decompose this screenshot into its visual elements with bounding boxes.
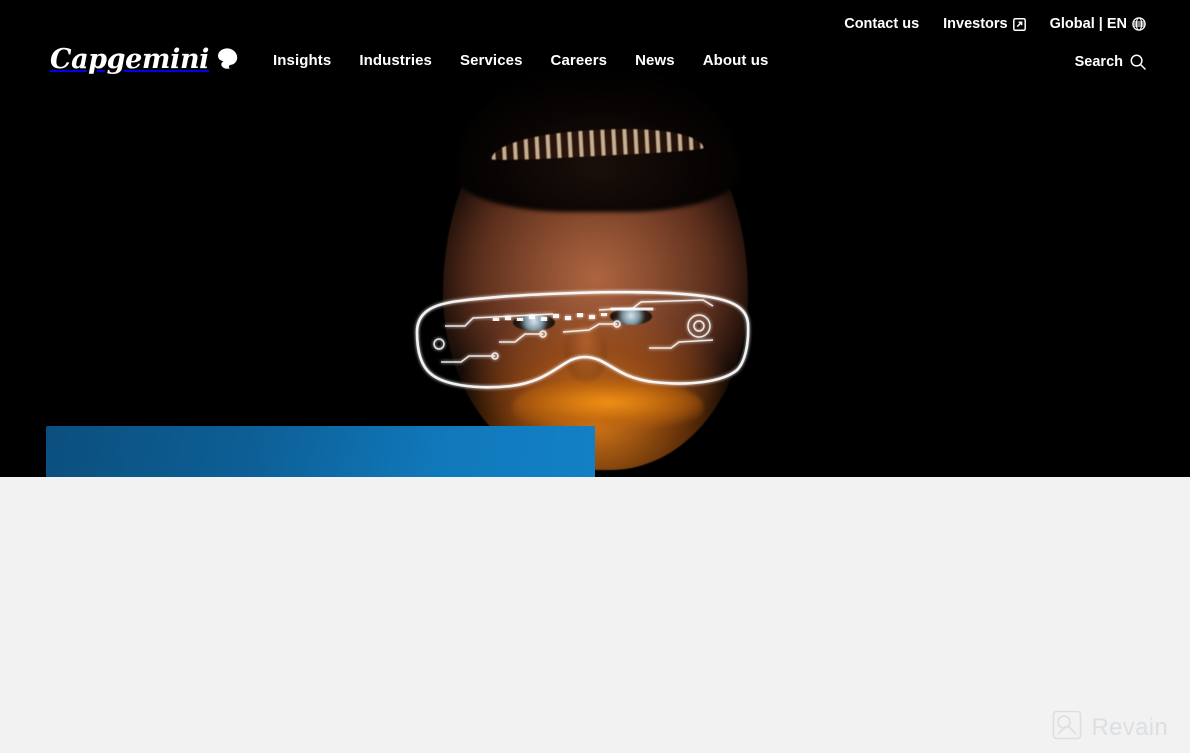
site-header: Capgemini Insights Industries Services C…: [0, 0, 1190, 90]
util-item-contact-us[interactable]: Contact us: [844, 16, 919, 32]
util-item-language-label: Global | EN: [1049, 16, 1127, 32]
util-item-investors-label: Investors: [943, 16, 1008, 32]
search-button[interactable]: Search: [1075, 54, 1146, 70]
util-item-contact-us-label: Contact us: [844, 16, 920, 32]
main-navigation: Insights Industries Services Careers New…: [273, 52, 769, 69]
nav-item-industries[interactable]: Industries: [359, 52, 432, 69]
util-item-language-selector[interactable]: Global | EN: [1050, 16, 1146, 32]
globe-icon: [1132, 17, 1146, 31]
ar-goggles-icon: [403, 270, 783, 402]
search-label: Search: [1074, 54, 1123, 70]
external-link-icon: [1012, 17, 1026, 31]
hero-person-figure: [395, 62, 795, 480]
nav-item-about-us[interactable]: About us: [703, 52, 769, 69]
search-icon: [1130, 54, 1146, 70]
hero-blue-card: [46, 426, 595, 484]
capgemini-spade-icon: [214, 46, 240, 72]
nav-item-careers[interactable]: Careers: [551, 52, 608, 69]
capgemini-logo[interactable]: Capgemini: [50, 42, 240, 76]
util-item-investors[interactable]: Investors: [943, 16, 1026, 32]
nav-item-services[interactable]: Services: [460, 52, 523, 69]
cookie-consent-banner: We respect your privacy We use cookies t…: [0, 477, 1190, 753]
nav-item-news[interactable]: News: [635, 52, 675, 69]
logo-wordmark: Capgemini: [50, 43, 210, 75]
utility-navigation: Contact us Investors Global | EN: [844, 16, 1146, 32]
nav-item-insights[interactable]: Insights: [273, 52, 331, 69]
page-root: Capgemini Insights Industries Services C…: [0, 0, 1190, 753]
